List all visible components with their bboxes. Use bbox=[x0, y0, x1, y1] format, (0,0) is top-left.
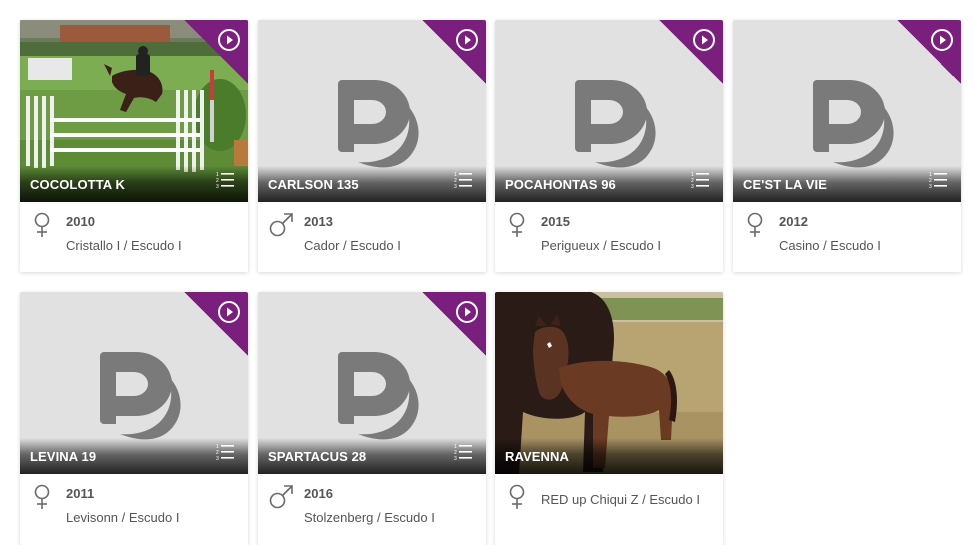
birth-year: 2011 bbox=[66, 486, 95, 501]
female-symbol-icon bbox=[747, 212, 763, 237]
birth-year: 2012 bbox=[779, 214, 808, 229]
horse-info: 2010 Cristallo I / Escudo I bbox=[20, 202, 248, 272]
svg-text:3: 3 bbox=[454, 456, 457, 461]
play-video-icon[interactable] bbox=[930, 28, 954, 52]
female-symbol-icon bbox=[34, 212, 50, 237]
horse-name[interactable]: CARLSON 135 bbox=[268, 177, 359, 192]
horse-name[interactable]: SPARTACUS 28 bbox=[268, 449, 366, 464]
placeholder-logo-image[interactable]: SPARTACUS 28 1 2 3 bbox=[258, 292, 486, 474]
pedigree-list-icon[interactable]: 1 2 3 bbox=[454, 443, 472, 461]
horse-card-grid: COCOLOTTA K 1 2 3 2010 Cristallo I / Esc… bbox=[0, 0, 974, 545]
horse-name[interactable]: LEVINA 19 bbox=[30, 449, 96, 464]
parentage: RED up Chiqui Z / Escudo I bbox=[541, 492, 700, 507]
play-video-icon[interactable] bbox=[692, 28, 716, 52]
svg-text:3: 3 bbox=[216, 456, 219, 461]
birth-year: 2015 bbox=[541, 214, 570, 229]
parentage: Stolzenberg / Escudo I bbox=[304, 510, 435, 525]
pedigree-list-icon[interactable]: 1 2 3 bbox=[216, 443, 234, 461]
placeholder-logo-image[interactable]: CE'ST LA VIE 1 2 3 bbox=[733, 20, 961, 202]
horse-name[interactable]: POCAHONTAS 96 bbox=[505, 177, 616, 192]
horse-name[interactable]: COCOLOTTA K bbox=[30, 177, 125, 192]
pedigree-list-icon[interactable]: 1 2 3 bbox=[929, 171, 947, 189]
birth-year: 2016 bbox=[304, 486, 333, 501]
play-video-icon[interactable] bbox=[455, 300, 479, 324]
svg-text:3: 3 bbox=[454, 184, 457, 189]
horse-name[interactable]: CE'ST LA VIE bbox=[743, 177, 827, 192]
horse-info: RED up Chiqui Z / Escudo I bbox=[495, 474, 723, 544]
horse-card[interactable]: SPARTACUS 28 1 2 3 2016 Stolzenberg / Es… bbox=[258, 292, 486, 545]
male-symbol-icon bbox=[269, 213, 293, 237]
parentage: Cristallo I / Escudo I bbox=[66, 238, 182, 253]
horse-info: 2016 Stolzenberg / Escudo I bbox=[258, 474, 486, 544]
placeholder-logo-image[interactable]: POCAHONTAS 96 1 2 3 bbox=[495, 20, 723, 202]
horse-info: 2013 Cador / Escudo I bbox=[258, 202, 486, 272]
horse-photo[interactable]: COCOLOTTA K 1 2 3 bbox=[20, 20, 248, 202]
male-symbol-icon bbox=[269, 485, 293, 509]
play-video-icon[interactable] bbox=[217, 300, 241, 324]
birth-year: 2013 bbox=[304, 214, 333, 229]
female-symbol-icon bbox=[509, 212, 525, 237]
birth-year: 2010 bbox=[66, 214, 95, 229]
svg-text:3: 3 bbox=[929, 184, 932, 189]
female-symbol-icon bbox=[509, 484, 525, 509]
horse-card[interactable]: CE'ST LA VIE 1 2 3 2012 Casino / Escudo … bbox=[733, 20, 961, 272]
horse-info: 2015 Perigueux / Escudo I bbox=[495, 202, 723, 272]
parentage: Cador / Escudo I bbox=[304, 238, 401, 253]
parentage: Levisonn / Escudo I bbox=[66, 510, 180, 525]
play-video-icon[interactable] bbox=[455, 28, 479, 52]
parentage: Casino / Escudo I bbox=[779, 238, 881, 253]
parentage: Perigueux / Escudo I bbox=[541, 238, 661, 253]
placeholder-logo-image[interactable]: CARLSON 135 1 2 3 bbox=[258, 20, 486, 202]
horse-photo[interactable]: RAVENNA bbox=[495, 292, 723, 474]
horse-card[interactable]: POCAHONTAS 96 1 2 3 2015 Perigueux / Esc… bbox=[495, 20, 723, 272]
play-video-icon[interactable] bbox=[217, 28, 241, 52]
horse-card[interactable]: COCOLOTTA K 1 2 3 2010 Cristallo I / Esc… bbox=[20, 20, 248, 272]
pedigree-list-icon[interactable]: 1 2 3 bbox=[216, 171, 234, 189]
horse-card[interactable]: LEVINA 19 1 2 3 2011 Levisonn / Escudo I bbox=[20, 292, 248, 545]
horse-info: 2012 Casino / Escudo I bbox=[733, 202, 961, 272]
svg-text:3: 3 bbox=[216, 184, 219, 189]
pedigree-list-icon[interactable]: 1 2 3 bbox=[454, 171, 472, 189]
horse-card[interactable]: CARLSON 135 1 2 3 2013 Cador / Escudo I bbox=[258, 20, 486, 272]
pedigree-list-icon[interactable]: 1 2 3 bbox=[691, 171, 709, 189]
female-symbol-icon bbox=[34, 484, 50, 509]
horse-card[interactable]: RAVENNA RED up Chiqui Z / Escudo I bbox=[495, 292, 723, 545]
horse-info: 2011 Levisonn / Escudo I bbox=[20, 474, 248, 544]
horse-name[interactable]: RAVENNA bbox=[505, 449, 569, 464]
svg-text:3: 3 bbox=[691, 184, 694, 189]
placeholder-logo-image[interactable]: LEVINA 19 1 2 3 bbox=[20, 292, 248, 474]
